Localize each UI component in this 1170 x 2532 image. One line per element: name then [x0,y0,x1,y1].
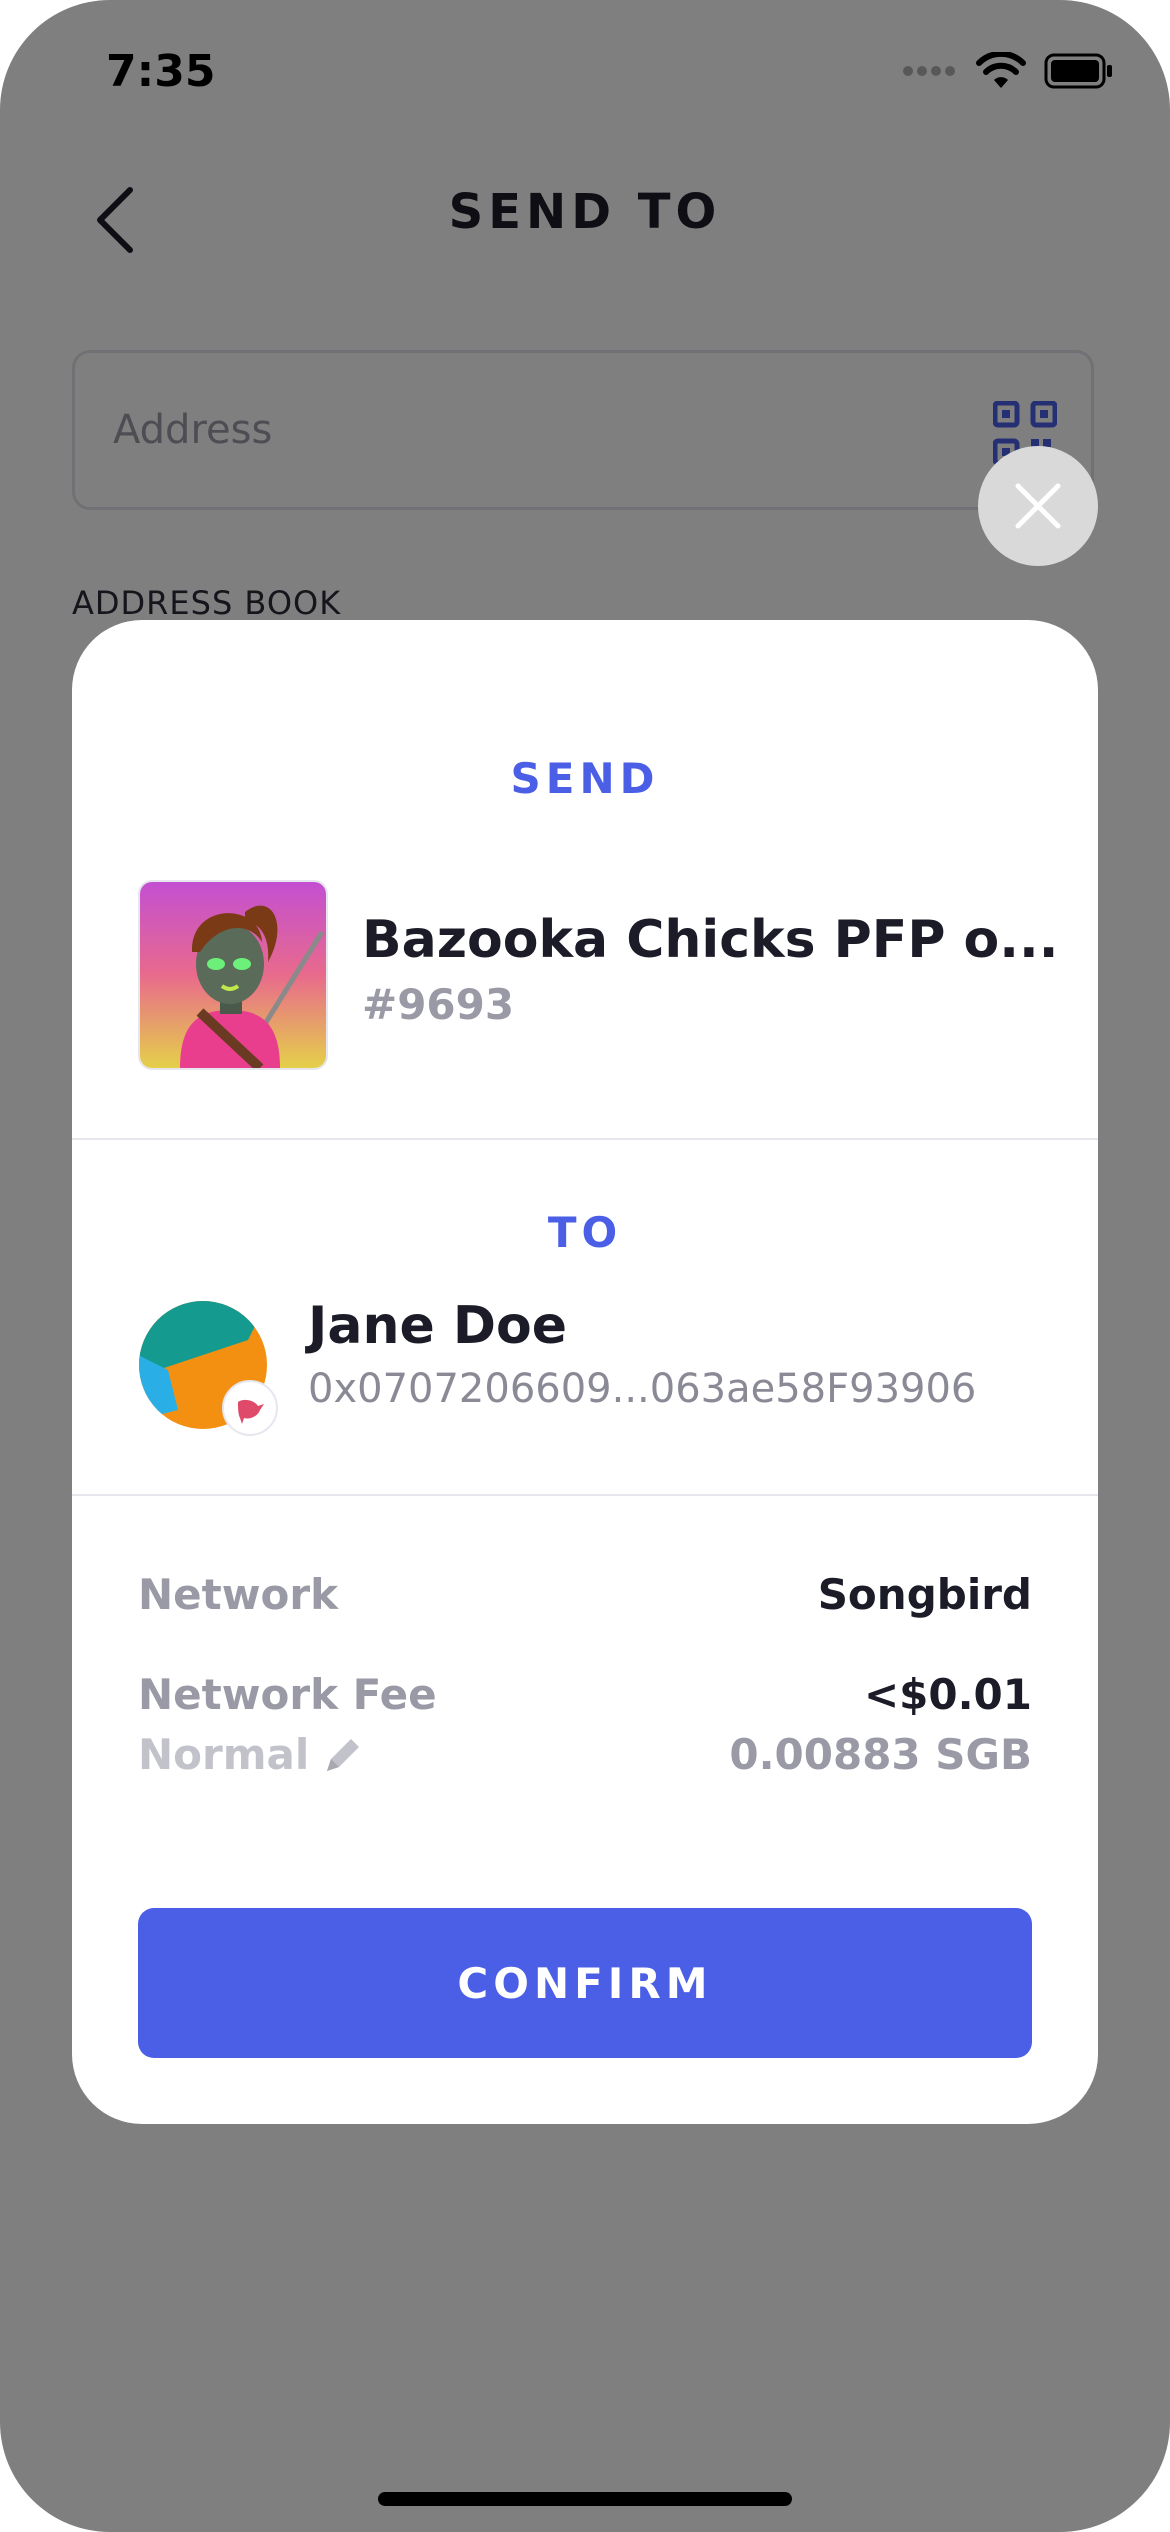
songbird-network-icon [238,1399,264,1424]
network-fee-label: Network Fee [138,1670,437,1719]
fee-speed-label: Normal [138,1730,310,1779]
divider [72,1494,1098,1496]
nft-name: Bazooka Chicks PFP o... [362,910,1059,970]
network-label: Network [138,1570,339,1619]
nft-image [140,882,326,1068]
network-fee-fiat: <$0.01 [863,1670,1032,1719]
phone-screen: 7:35 SEND TO [0,0,1170,2532]
send-confirmation-sheet: SEND Bazooka Chicks PFP o... #9693 TO Ja… [72,620,1098,2124]
recipient-name: Jane Doe [308,1296,567,1356]
send-heading: SEND [510,754,660,803]
to-heading: TO [547,1208,623,1257]
nft-thumbnail [138,880,328,1070]
fee-speed-selector[interactable]: Normal [138,1730,363,1779]
recipient-address: 0x0707206609...063ae58F93906 [308,1366,977,1412]
pencil-icon [327,1738,360,1771]
nft-token-id: #9693 [362,980,515,1029]
confirm-button[interactable]: CONFIRM [138,1908,1032,2058]
network-fee-native: 0.00883 SGB [729,1730,1032,1779]
divider [72,1138,1098,1140]
close-icon [1015,483,1061,529]
network-value: Songbird [817,1570,1032,1619]
network-badge [222,1380,278,1436]
home-indicator [378,2492,792,2506]
close-button[interactable] [978,446,1098,566]
